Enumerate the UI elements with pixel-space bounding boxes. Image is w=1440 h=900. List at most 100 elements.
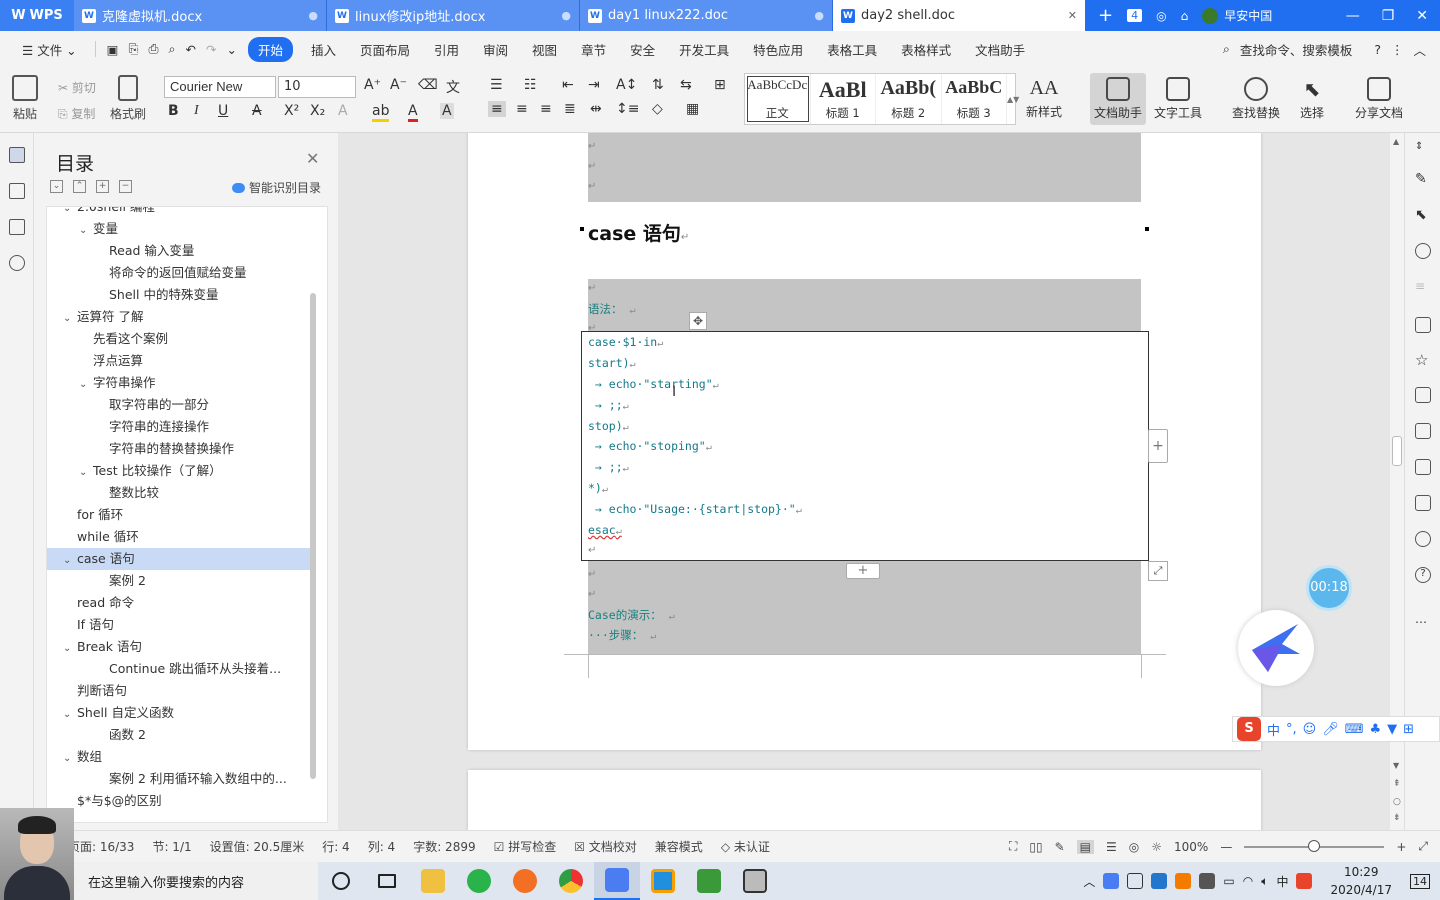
more-icon[interactable]: ⋮ (1391, 42, 1404, 57)
eye-protect-icon[interactable]: ☼ (1151, 840, 1162, 854)
tab-close-icon[interactable]: ● (308, 9, 318, 22)
borders-icon[interactable]: ▦ (686, 101, 699, 117)
toc-item[interactable]: $*与$@的区别 (47, 790, 315, 812)
skin-shirt-icon[interactable]: ▼ (1387, 722, 1397, 737)
user-account[interactable]: 早安中国 (1202, 7, 1272, 24)
read-mode-icon[interactable]: ▯▯ (1029, 840, 1042, 854)
cortana-icon[interactable] (318, 862, 364, 900)
save-icon[interactable]: ▣ (102, 42, 124, 57)
toc-item[interactable]: read 命令 (47, 592, 315, 614)
image-gallery-icon[interactable] (1415, 317, 1431, 333)
zoom-slider[interactable] (1244, 839, 1385, 852)
window-count-badge[interactable]: 4 (1127, 9, 1143, 22)
italic-icon[interactable]: I (194, 103, 199, 119)
remove-item-icon[interactable]: − (119, 180, 132, 193)
toc-item[interactable]: ⌄ 运算符 了解 (47, 306, 315, 328)
more-dots-icon[interactable]: ⋯ (1415, 615, 1431, 631)
picture-icon[interactable] (1415, 495, 1431, 511)
doc-tab-1[interactable]: W 克隆虚拟机.docx ● (74, 0, 327, 31)
smart-toc-button[interactable]: 智能识别目录 (232, 179, 321, 196)
fit-page-icon[interactable]: ⤢ (1418, 839, 1428, 854)
justify-icon[interactable]: ≣ (564, 101, 576, 117)
wps-taskbar-icon[interactable] (594, 862, 640, 900)
code-textbox[interactable]: case·$1·in↵ start)↵ → echo·"starting"↵ →… (581, 331, 1149, 561)
sogou-logo-icon[interactable]: S (1237, 717, 1261, 741)
customize-icon[interactable]: ⌄ (221, 42, 241, 57)
code-line[interactable]: → ;;↵ (588, 398, 629, 412)
outline-view-icon[interactable]: ☰ (1106, 840, 1117, 854)
web-view-icon[interactable]: ◎ (1129, 840, 1139, 854)
code-line[interactable]: start)↵ (588, 356, 636, 370)
show-marks-icon[interactable]: ⇆ (680, 77, 692, 93)
toc-item[interactable]: 整数比较 (47, 482, 315, 504)
zoom-level[interactable]: 100% (1174, 840, 1208, 854)
pointer-icon[interactable]: ⬉ (1415, 207, 1431, 223)
bookmark-icon[interactable] (9, 219, 25, 235)
strikethrough-icon[interactable]: A (252, 103, 262, 119)
zoom-in-icon[interactable]: + (1396, 840, 1406, 854)
fullscreen-icon[interactable]: ⛶ (1009, 839, 1017, 854)
toc-item[interactable]: 案例 2 利用循环输入数组中的... (47, 768, 315, 790)
star-icon[interactable]: ☆ (1415, 351, 1431, 369)
editor-icon[interactable] (686, 862, 732, 900)
keyboard-icon[interactable]: ⌨ (1345, 722, 1364, 737)
volume-icon[interactable]: 🔈︎ (1261, 874, 1268, 889)
char-shading-icon[interactable]: A (440, 103, 454, 119)
toc-item[interactable]: ⌄ case 语句 (47, 548, 315, 570)
file-menu[interactable]: ☰ 文件 ⌄ (10, 40, 89, 59)
tray-app-icon[interactable] (1103, 873, 1120, 889)
toc-item[interactable]: ⌄ 数组 (47, 746, 315, 768)
history-icon[interactable] (1415, 531, 1431, 547)
toc-item[interactable]: ⌄ 2.0shell 编程 (47, 207, 315, 218)
tab-table-style[interactable]: 表格样式 (889, 40, 963, 59)
chevron-down-icon[interactable]: ⌄ (63, 704, 77, 724)
restore-icon[interactable]: ❐ (1382, 8, 1395, 24)
font-name-select[interactable]: Courier New (164, 76, 276, 98)
share-doc-button[interactable]: 分享文档 (1355, 77, 1403, 121)
toc-item[interactable]: ⌄ 变量 (47, 218, 315, 240)
clear-format-icon[interactable]: ⌫ (418, 77, 438, 93)
toc-item[interactable]: 取字符串的一部分 (47, 394, 315, 416)
tab-close-icon[interactable]: ● (561, 9, 571, 22)
task-view-icon[interactable] (364, 862, 410, 900)
chevron-down-icon[interactable]: ⌄ (63, 207, 77, 218)
select-button[interactable]: ⬉ 选择 (1300, 77, 1324, 121)
text-tools-button[interactable]: 文字工具 (1154, 77, 1202, 121)
superscript-icon[interactable]: X² (284, 103, 299, 119)
style-heading-3[interactable]: AaBbC 标题 3 (942, 74, 1007, 124)
collapse-panel-icon[interactable]: ⇕ (1415, 141, 1431, 157)
code-line[interactable]: stop)↵ (588, 419, 629, 433)
add-row-button[interactable]: + (846, 563, 880, 579)
pen-icon[interactable]: ✎ (1415, 171, 1431, 187)
code-line[interactable]: *)↵ (588, 481, 608, 495)
ime-indicator[interactable]: 中 (1276, 873, 1288, 890)
toc-item[interactable]: ⌄ Break 语句 (47, 636, 315, 658)
tray-expand-icon[interactable]: ︿ (1083, 873, 1095, 890)
command-search[interactable]: ⌕ 查找命令、搜索模板? ⋮ ︿ (1223, 40, 1440, 59)
file-explorer-icon[interactable] (410, 862, 456, 900)
voice-icon[interactable]: 🎤︎ (1322, 722, 1339, 737)
code-line[interactable]: case·$1·in↵ (588, 335, 663, 349)
toc-item[interactable]: ⌄ 字符串操作 (47, 372, 315, 394)
pages-panel-icon[interactable] (9, 183, 25, 199)
write-mode-icon[interactable]: ✎ (1055, 840, 1065, 854)
tray-app-icon[interactable] (1199, 873, 1216, 889)
chevron-down-icon[interactable]: ⌄ (63, 550, 77, 570)
code-line[interactable]: → echo·"stoping"↵ (588, 439, 712, 453)
doc-tab-4-active[interactable]: Wday2 shell.doc ✕ (833, 0, 1086, 31)
new-style-button[interactable]: AA 新样式 (1026, 77, 1062, 120)
scroll-thumb[interactable] (1392, 436, 1402, 466)
output-icon[interactable]: ⎘ (123, 41, 143, 57)
close-icon[interactable]: ✕ (306, 149, 319, 168)
numbering-icon[interactable]: ☷ (524, 77, 537, 93)
code-line[interactable]: → echo·"Usage:·{start|stop}·"↵ (588, 502, 802, 516)
recording-timer[interactable]: 00:18 (1306, 565, 1352, 611)
doc-helper-button[interactable]: 文档助手 (1090, 73, 1147, 125)
tab-table-tools[interactable]: 表格工具 (815, 40, 889, 59)
minimize-icon[interactable]: — (1346, 8, 1360, 24)
sort-icon[interactable]: ⇅ (652, 77, 664, 93)
toc-item[interactable]: 先看这个案例 (47, 328, 315, 350)
help-circle-icon[interactable]: ? (1415, 567, 1431, 583)
find-replace-button[interactable]: 查找替换 (1232, 77, 1280, 121)
section-heading[interactable]: case 语句↵ (588, 219, 689, 246)
